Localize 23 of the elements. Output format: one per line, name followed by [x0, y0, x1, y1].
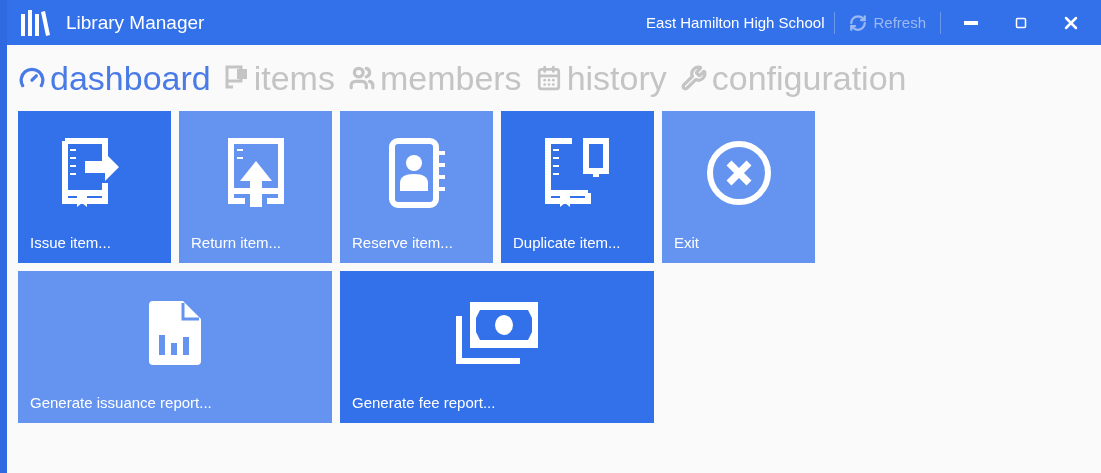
window-title: Library Manager [66, 11, 206, 34]
calendar-icon [535, 65, 562, 91]
book-icon [224, 65, 249, 91]
nav-tab[interactable]: dashboard [19, 61, 211, 95]
action-tile[interactable]: Return item... [179, 111, 332, 263]
minimize-icon [964, 20, 978, 25]
close-circle-icon [705, 139, 772, 206]
action-tile[interactable]: Exit [662, 111, 815, 263]
address-book-icon [386, 136, 447, 209]
action-tile[interactable]: Generate issuance report... [18, 271, 332, 423]
book-upload-icon [225, 136, 286, 209]
action-tile[interactable]: Issue item... [18, 111, 171, 263]
action-tile[interactable]: Reserve item... [340, 111, 493, 263]
banknote-icon [456, 301, 538, 364]
report-chart-icon [149, 300, 201, 365]
school-name: East Hamilton High School [646, 14, 825, 31]
books-icon [20, 9, 50, 36]
members-icon [348, 65, 375, 91]
action-tile[interactable]: Duplicate item... [501, 111, 654, 263]
action-tile[interactable]: Generate fee report... [340, 271, 654, 423]
refresh-icon [849, 13, 868, 32]
maximize-icon [1015, 16, 1027, 29]
tools-icon [680, 65, 707, 91]
